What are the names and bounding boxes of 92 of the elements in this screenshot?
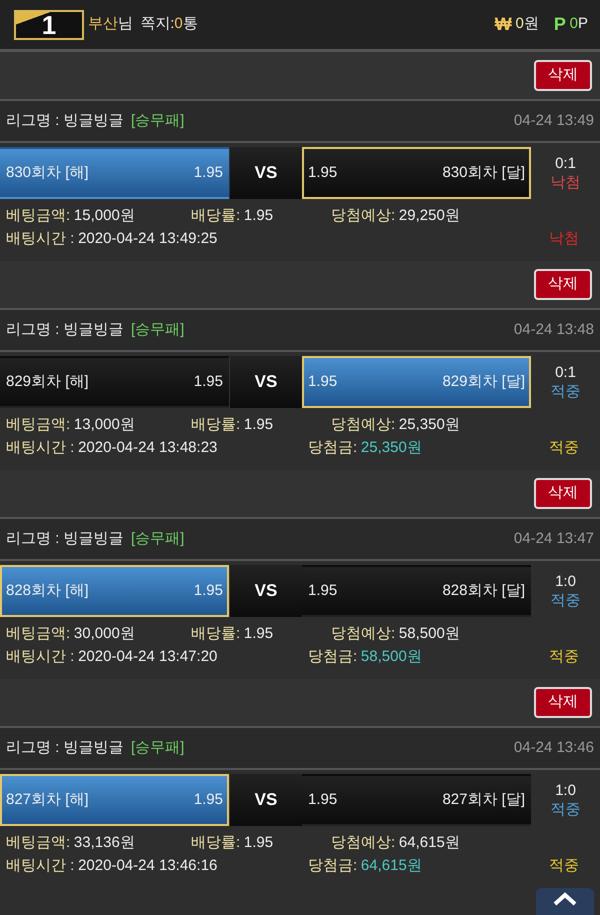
amount-value: 33,136원: [74, 833, 135, 853]
expected-value: 25,350원: [398, 415, 460, 435]
team-option[interactable]: 827회차 [해] 1.95: [0, 774, 229, 826]
scroll-top-button[interactable]: [536, 888, 594, 915]
market-type: [승무패]: [131, 528, 184, 549]
expected-label: 당첨예상:: [331, 206, 396, 226]
delete-button[interactable]: 삭제: [534, 269, 592, 300]
amount-label: 베팅금액:: [6, 833, 70, 853]
result-label: 적중: [550, 591, 580, 610]
user-name: 부산: [88, 14, 118, 34]
final-result: 적중: [549, 438, 579, 458]
team-option[interactable]: 1.95 828회차 [달]: [302, 565, 531, 617]
rate-label: 배당률:: [191, 206, 240, 226]
expected-label: 당첨예상:: [331, 415, 396, 435]
bet-date: 04-24 13:46: [514, 738, 594, 758]
payout-label: 당첨금:: [308, 646, 358, 666]
vs-label: VS: [229, 356, 302, 408]
bet-date: 04-24 13:49: [514, 110, 594, 131]
team-option[interactable]: 829회차 [해] 1.95: [0, 356, 229, 408]
points-unit: P: [578, 14, 588, 34]
result-label: 적중: [550, 382, 580, 402]
won-icon: ₩: [494, 11, 512, 38]
payout-label: 당첨금:: [308, 856, 358, 876]
time-label: 배팅시간 :: [6, 438, 74, 458]
rate-value: 1.95: [244, 206, 274, 226]
delete-button[interactable]: 삭제: [534, 478, 592, 509]
amount-value: 15,000원: [74, 206, 135, 226]
cash-amount: 0: [516, 14, 524, 34]
score: 1:0: [555, 572, 576, 591]
result-label: 낙첨: [550, 173, 580, 192]
expected-value: 58,500원: [398, 624, 460, 644]
league-name: 리그명 : 빙글빙글: [6, 738, 124, 758]
league-name: 리그명 : 빙글빙글: [6, 110, 124, 131]
expected-label: 당첨예상:: [331, 624, 396, 644]
score: 0:1: [555, 154, 576, 173]
league-name: 리그명 : 빙글빙글: [6, 320, 124, 340]
market-type: [승무패]: [131, 738, 184, 758]
rate-label: 배당률:: [191, 833, 240, 853]
rate-value: 1.95: [244, 624, 274, 644]
rate-value: 1.95: [244, 415, 274, 435]
rate-value: 1.95: [244, 833, 274, 853]
time-value: 2020-04-24 13:48:23: [78, 438, 218, 458]
team-option[interactable]: 1.95 829회차 [달]: [302, 356, 531, 408]
score: 0:1: [555, 362, 576, 382]
rate-label: 배당률:: [191, 415, 240, 435]
message-label: 쪽지:: [140, 14, 174, 34]
payout-label: 당첨금:: [308, 438, 358, 458]
final-result: 낙첨: [549, 228, 579, 248]
team-option[interactable]: 830회차 [해] 1.95: [0, 147, 229, 199]
team-option[interactable]: 1.95 830회차 [달]: [302, 147, 531, 199]
time-value: 2020-04-24 13:49:25: [78, 228, 218, 248]
payout-value: 64,615원: [360, 856, 422, 876]
time-label: 배팅시간 :: [6, 856, 74, 876]
amount-value: 13,000원: [74, 415, 135, 435]
amount-label: 베팅금액:: [6, 206, 70, 226]
expected-value: 29,250원: [398, 206, 460, 226]
time-label: 배팅시간 :: [6, 646, 74, 666]
expected-value: 64,615원: [398, 833, 460, 853]
delete-button[interactable]: 삭제: [534, 687, 592, 718]
chevron-up-icon: [552, 892, 578, 906]
points-amount: 0: [570, 14, 578, 34]
market-type: [승무패]: [131, 320, 184, 340]
amount-label: 베팅금액:: [6, 415, 70, 435]
payout-value: 25,350원: [360, 438, 422, 458]
cash-unit: 원: [524, 14, 539, 34]
rate-label: 배당률:: [191, 624, 240, 644]
payout-value: 58,500원: [360, 646, 422, 666]
expected-label: 당첨예상:: [331, 833, 396, 853]
team-option[interactable]: 1.95 827회차 [달]: [302, 774, 531, 826]
message-unit: 통: [182, 14, 198, 34]
final-result: 적중: [549, 856, 579, 876]
rank-badge: 1: [14, 10, 84, 40]
market-type: [승무패]: [131, 110, 184, 131]
message-count: 0: [174, 14, 183, 34]
time-value: 2020-04-24 13:47:20: [78, 646, 218, 666]
time-value: 2020-04-24 13:46:16: [78, 856, 218, 876]
score: 1:0: [555, 780, 576, 800]
delete-button[interactable]: 삭제: [534, 60, 592, 91]
vs-label: VS: [229, 565, 302, 617]
team-option[interactable]: 828회차 [해] 1.95: [0, 565, 229, 617]
result-label: 적중: [550, 800, 580, 820]
user-suffix: 님: [118, 14, 133, 34]
final-result: 적중: [549, 646, 579, 666]
amount-value: 30,000원: [74, 624, 135, 644]
vs-label: VS: [229, 147, 302, 199]
bet-date: 04-24 13:48: [514, 320, 594, 340]
vs-label: VS: [229, 774, 302, 826]
league-name: 리그명 : 빙글빙글: [6, 528, 124, 549]
time-label: 배팅시간 :: [6, 228, 74, 248]
amount-label: 베팅금액:: [6, 624, 70, 644]
points-icon: P: [554, 11, 566, 38]
bet-date: 04-24 13:47: [514, 528, 594, 549]
